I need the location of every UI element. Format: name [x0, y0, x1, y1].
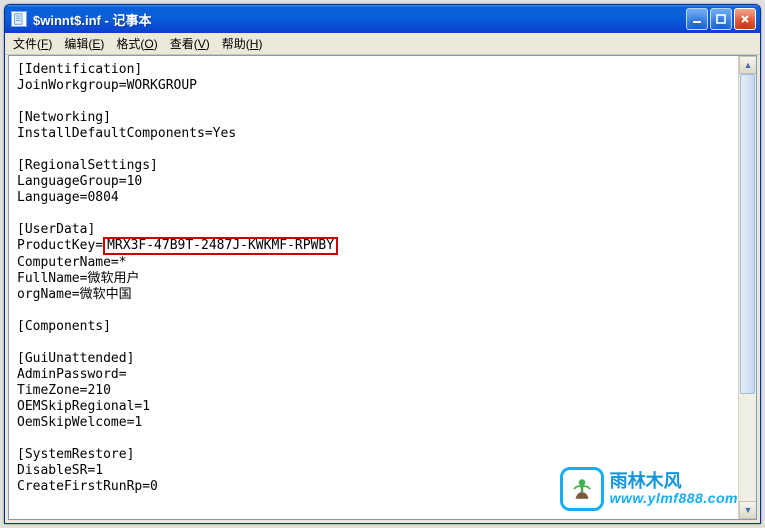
- notepad-window: $winnt$.inf - 记事本 文件(F) 编辑(E) 格式(O) 查看(V…: [4, 4, 761, 524]
- section-guiunattended: [GuiUnattended]: [17, 351, 134, 366]
- menu-file[interactable]: 文件(F): [7, 33, 58, 54]
- section-networking: [Networking]: [17, 110, 111, 125]
- close-button[interactable]: [734, 8, 756, 30]
- menu-format[interactable]: 格式(O): [110, 33, 163, 54]
- line-productkey-label: ProductKey=: [17, 238, 103, 253]
- menubar: 文件(F) 编辑(E) 格式(O) 查看(V) 帮助(H): [5, 33, 760, 55]
- line-orgname: orgName=微软中国: [17, 287, 132, 302]
- section-systemrestore: [SystemRestore]: [17, 447, 134, 462]
- line-joinworkgroup: JoinWorkgroup=WORKGROUP: [17, 78, 197, 93]
- section-components: [Components]: [17, 319, 111, 334]
- menu-edit[interactable]: 编辑(E): [58, 33, 110, 54]
- window-title: $winnt$.inf - 记事本: [33, 10, 686, 29]
- line-adminpassword: AdminPassword=: [17, 367, 127, 382]
- line-languagegroup: LanguageGroup=10: [17, 174, 142, 189]
- line-oemskipregional: OEMSkipRegional=1: [17, 399, 150, 414]
- maximize-button[interactable]: [710, 8, 732, 30]
- line-timezone: TimeZone=210: [17, 383, 111, 398]
- line-disablesr: DisableSR=1: [17, 463, 103, 478]
- vertical-scrollbar[interactable]: ▲ ▼: [738, 56, 756, 519]
- line-computername: ComputerName=*: [17, 255, 127, 270]
- text-editor[interactable]: [Identification] JoinWorkgroup=WORKGROUP…: [9, 56, 738, 519]
- menu-help[interactable]: 帮助(H): [216, 33, 269, 54]
- section-userdata: [UserData]: [17, 222, 95, 237]
- line-createfirstrunrp: CreateFirstRunRp=0: [17, 479, 158, 494]
- line-oemskipwelcome: OemSkipWelcome=1: [17, 415, 142, 430]
- notepad-app-icon: [11, 11, 27, 27]
- productkey-highlight: MRX3F-47B9T-2487J-KWKMF-RPWBY: [103, 237, 338, 255]
- productkey-value: MRX3F-47B9T-2487J-KWKMF-RPWBY: [107, 238, 334, 253]
- line-fullname: FullName=微软用户: [17, 271, 139, 286]
- menu-view[interactable]: 查看(V): [164, 33, 216, 54]
- window-buttons: [686, 8, 756, 30]
- scroll-down-button[interactable]: ▼: [739, 501, 757, 519]
- client-area: [Identification] JoinWorkgroup=WORKGROUP…: [8, 55, 757, 520]
- line-language: Language=0804: [17, 190, 119, 205]
- scroll-up-button[interactable]: ▲: [739, 56, 757, 74]
- scroll-thumb[interactable]: [740, 74, 755, 394]
- titlebar[interactable]: $winnt$.inf - 记事本: [5, 5, 760, 33]
- minimize-button[interactable]: [686, 8, 708, 30]
- line-installdefault: InstallDefaultComponents=Yes: [17, 126, 236, 141]
- section-regional: [RegionalSettings]: [17, 158, 158, 173]
- section-identification: [Identification]: [17, 62, 142, 77]
